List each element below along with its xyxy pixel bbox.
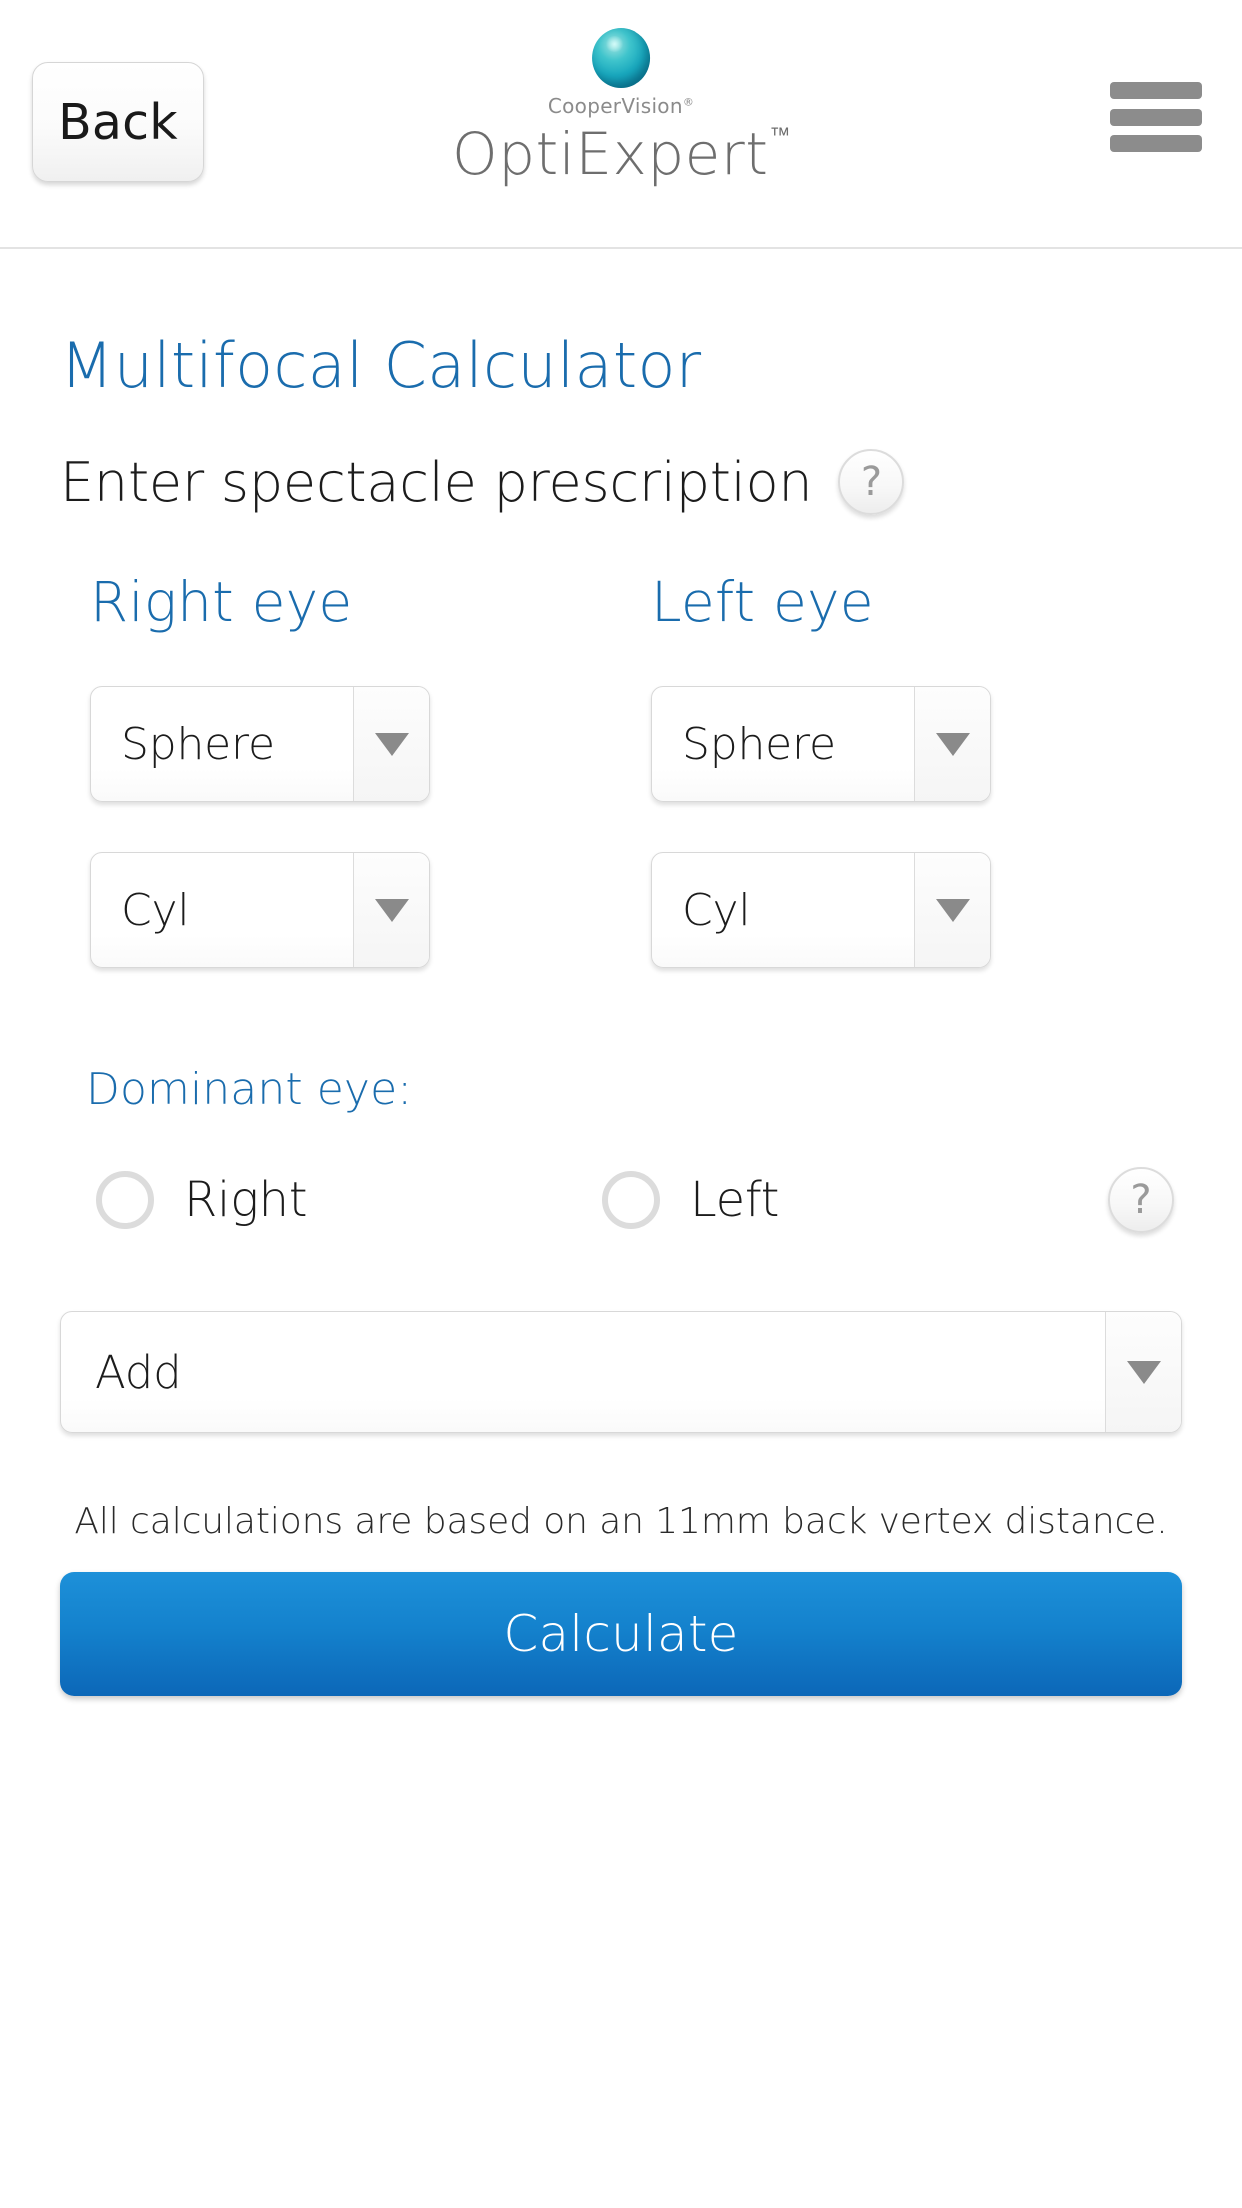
chevron-down-icon <box>935 898 970 922</box>
app-header: Back CooperVision® OptiExpert™ <box>0 0 1242 249</box>
right-eye-heading: Right eye <box>90 570 353 634</box>
right-eye-cyl-dropdown-button[interactable] <box>353 853 429 967</box>
add-power-dropdown-button[interactable] <box>1105 1312 1181 1432</box>
radio-circle-icon <box>96 1171 154 1229</box>
dominant-eye-left-label: Left <box>690 1172 780 1228</box>
vertex-distance-note: All calculations are based on an 11mm ba… <box>74 1501 1168 1542</box>
left-eye-sphere-value: Sphere <box>682 718 836 770</box>
left-eye-cyl-dropdown-button[interactable] <box>914 853 990 967</box>
right-eye-column: Right eye Sphere Cyl <box>60 575 621 968</box>
dominant-eye-radio-right[interactable]: Right <box>96 1171 602 1229</box>
left-eye-sphere-dropdown-button[interactable] <box>914 687 990 801</box>
chevron-down-icon <box>935 732 970 756</box>
brand-logo: CooperVision® OptiExpert™ <box>452 28 790 185</box>
dominant-eye-radio-group: Right Left ? <box>60 1167 1182 1233</box>
left-eye-cyl-select[interactable]: Cyl <box>651 852 991 968</box>
help-icon-dominant-eye[interactable]: ? <box>1108 1167 1174 1233</box>
hamburger-bar-2 <box>1110 108 1202 126</box>
brand-company-text: CooperVision <box>547 94 683 118</box>
right-eye-cyl-select[interactable]: Cyl <box>90 852 430 968</box>
back-button[interactable]: Back <box>32 62 204 182</box>
registered-mark: ® <box>682 95 695 109</box>
brand-company-name: CooperVision® <box>548 94 694 118</box>
hamburger-bar-3 <box>1110 135 1202 152</box>
main-content: Multifocal Calculator Enter spectacle pr… <box>0 249 1242 2208</box>
coopervision-globe-icon <box>591 28 650 88</box>
page-title: Multifocal Calculator <box>60 329 702 402</box>
calculate-button[interactable]: Calculate <box>60 1572 1182 1696</box>
right-eye-sphere-select[interactable]: Sphere <box>90 686 430 802</box>
back-button-label: Back <box>58 93 178 151</box>
dominant-eye-label: Dominant eye: <box>86 1064 413 1115</box>
right-eye-sphere-value: Sphere <box>121 718 275 770</box>
right-eye-cyl-value: Cyl <box>121 884 190 936</box>
left-eye-column: Left eye Sphere Cyl <box>621 575 1182 968</box>
help-icon-prescription[interactable]: ? <box>838 449 905 515</box>
brand-product-name: OptiExpert™ <box>452 124 790 185</box>
chevron-down-icon <box>374 898 409 922</box>
left-eye-sphere-select[interactable]: Sphere <box>651 686 991 802</box>
subtitle-row: Enter spectacle prescription ? <box>60 449 1182 515</box>
chevron-down-icon <box>374 732 409 756</box>
left-eye-cyl-value: Cyl <box>682 884 751 936</box>
calculate-button-label: Calculate <box>503 1605 739 1663</box>
dominant-eye-right-label: Right <box>184 1172 308 1228</box>
app-screen: Back CooperVision® OptiExpert™ Multifoca… <box>0 0 1242 2208</box>
chevron-down-icon <box>1126 1360 1161 1384</box>
eye-columns: Right eye Sphere Cyl Left eye Sphere Cyl <box>60 575 1182 968</box>
brand-product-text: OptiExpert <box>452 120 769 188</box>
subtitle-label: Enter spectacle prescription <box>60 450 813 514</box>
add-power-select[interactable]: Add <box>60 1311 1182 1433</box>
right-eye-sphere-dropdown-button[interactable] <box>353 687 429 801</box>
dominant-eye-radio-left[interactable]: Left <box>602 1171 1108 1229</box>
add-power-value: Add <box>95 1345 182 1399</box>
left-eye-heading: Left eye <box>651 570 874 634</box>
hamburger-bar-1 <box>1110 82 1202 99</box>
radio-circle-icon <box>602 1171 660 1229</box>
hamburger-menu-icon[interactable] <box>1110 82 1202 152</box>
trademark-mark: ™ <box>769 122 791 147</box>
